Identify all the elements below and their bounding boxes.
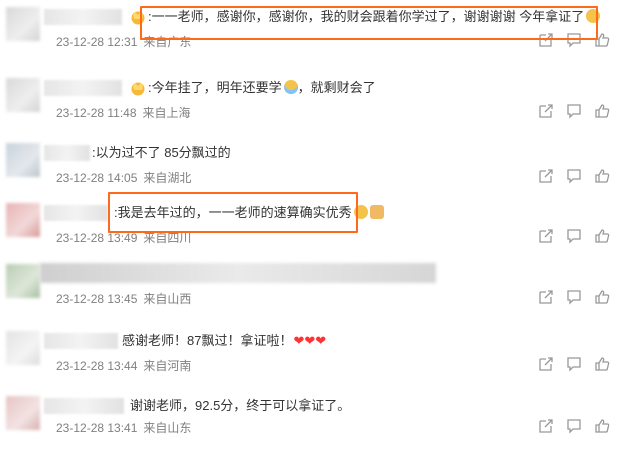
comment-icon[interactable]: [566, 356, 582, 372]
comment-location: 来自山西: [143, 292, 192, 306]
comment-icon[interactable]: [566, 103, 582, 119]
comment-location: 来自四川: [143, 231, 192, 245]
highlight-box: [108, 192, 358, 233]
avatar[interactable]: [6, 264, 40, 298]
like-icon[interactable]: [594, 418, 610, 434]
share-icon[interactable]: [538, 289, 554, 305]
comment-date: 23-12-28 11:48: [56, 106, 137, 120]
crown-badge-icon: [131, 82, 145, 96]
comment-meta: 23-12-28 14:05 来自湖北: [56, 169, 197, 186]
cry-emoji-icon: [283, 80, 298, 94]
comment-date: 23-12-28 13:41: [56, 421, 138, 435]
avatar[interactable]: [6, 143, 40, 177]
share-icon[interactable]: [538, 228, 554, 244]
comment-icon[interactable]: [566, 418, 582, 434]
username-blurred[interactable]: [44, 333, 118, 349]
comment-date: 23-12-28 13:45: [56, 292, 138, 306]
comment-icon[interactable]: [566, 228, 582, 244]
comment-location: 来自上海: [142, 106, 191, 120]
pixelated-content: [40, 263, 436, 283]
comment-item: :以为过不了 85分飘过的 23-12-28 14:05 来自湖北: [0, 136, 618, 198]
username-blurred[interactable]: [44, 80, 122, 96]
comment-meta: 23-12-28 13:45 来自山西: [56, 290, 197, 307]
comment-date: 23-12-28 13:44: [56, 359, 138, 373]
username-blurred[interactable]: [44, 205, 108, 221]
username-blurred[interactable]: [44, 9, 122, 25]
comment-actions: [538, 356, 610, 372]
comment-date: 23-12-28 14:05: [56, 171, 138, 185]
comment-meta: 23-12-28 13:44 来自河南: [56, 357, 197, 374]
comment-actions: [538, 103, 610, 119]
comment-meta: 23-12-28 13:41 来自山东: [56, 419, 197, 436]
highlight-box: [140, 6, 598, 40]
share-icon[interactable]: [538, 103, 554, 119]
comment-icon[interactable]: [566, 289, 582, 305]
comment-item: :今年挂了，明年还要学 ，就剩财会了 23-12-28 11:48 来自上海: [0, 71, 618, 133]
comment-actions: [538, 168, 610, 184]
avatar[interactable]: [6, 7, 40, 41]
share-icon[interactable]: [538, 356, 554, 372]
like-icon[interactable]: [594, 356, 610, 372]
thumbs-up-emoji-icon: [369, 205, 384, 219]
avatar[interactable]: [6, 331, 40, 365]
share-icon[interactable]: [538, 418, 554, 434]
comment-item: 感谢老师！87飘过！拿证啦！❤❤❤ 23-12-28 13:44 来自河南: [0, 324, 618, 386]
comment-text: 谢谢老师，92.5分，终于可以拿证了。: [130, 398, 351, 413]
comment-date: 23-12-28 13:49: [56, 231, 138, 245]
comment-actions: [538, 228, 610, 244]
comment-date: 23-12-28 12:31: [56, 35, 138, 49]
username-blurred[interactable]: [44, 145, 90, 161]
comment-location: 来自山东: [143, 421, 192, 435]
comment-text: :以为过不了 85分飘过的: [92, 145, 231, 160]
avatar[interactable]: [6, 396, 40, 430]
like-icon[interactable]: [594, 103, 610, 119]
like-icon[interactable]: [594, 289, 610, 305]
username-blurred[interactable]: [44, 398, 124, 414]
comment-text: 感谢老师！87飘过！拿证啦！❤❤❤: [122, 333, 327, 348]
hearts-emoji: ❤❤❤: [293, 333, 327, 348]
avatar[interactable]: [6, 78, 40, 112]
like-icon[interactable]: [594, 228, 610, 244]
comment-location: 来自河南: [143, 359, 192, 373]
comment-item: 23-12-28 13:45 来自山西: [0, 257, 618, 319]
comment-meta: 23-12-28 11:48 来自上海: [56, 104, 197, 121]
like-icon[interactable]: [594, 168, 610, 184]
comment-icon[interactable]: [566, 168, 582, 184]
comment-location: 来自湖北: [143, 171, 192, 185]
comment-actions: [538, 418, 610, 434]
comment-text: :今年挂了，明年还要学 ，就剩财会了: [148, 80, 376, 95]
avatar[interactable]: [6, 203, 40, 237]
comment-item: 谢谢老师，92.5分，终于可以拿证了。 23-12-28 13:41 来自山东: [0, 389, 618, 451]
comment-actions: [538, 289, 610, 305]
share-icon[interactable]: [538, 168, 554, 184]
